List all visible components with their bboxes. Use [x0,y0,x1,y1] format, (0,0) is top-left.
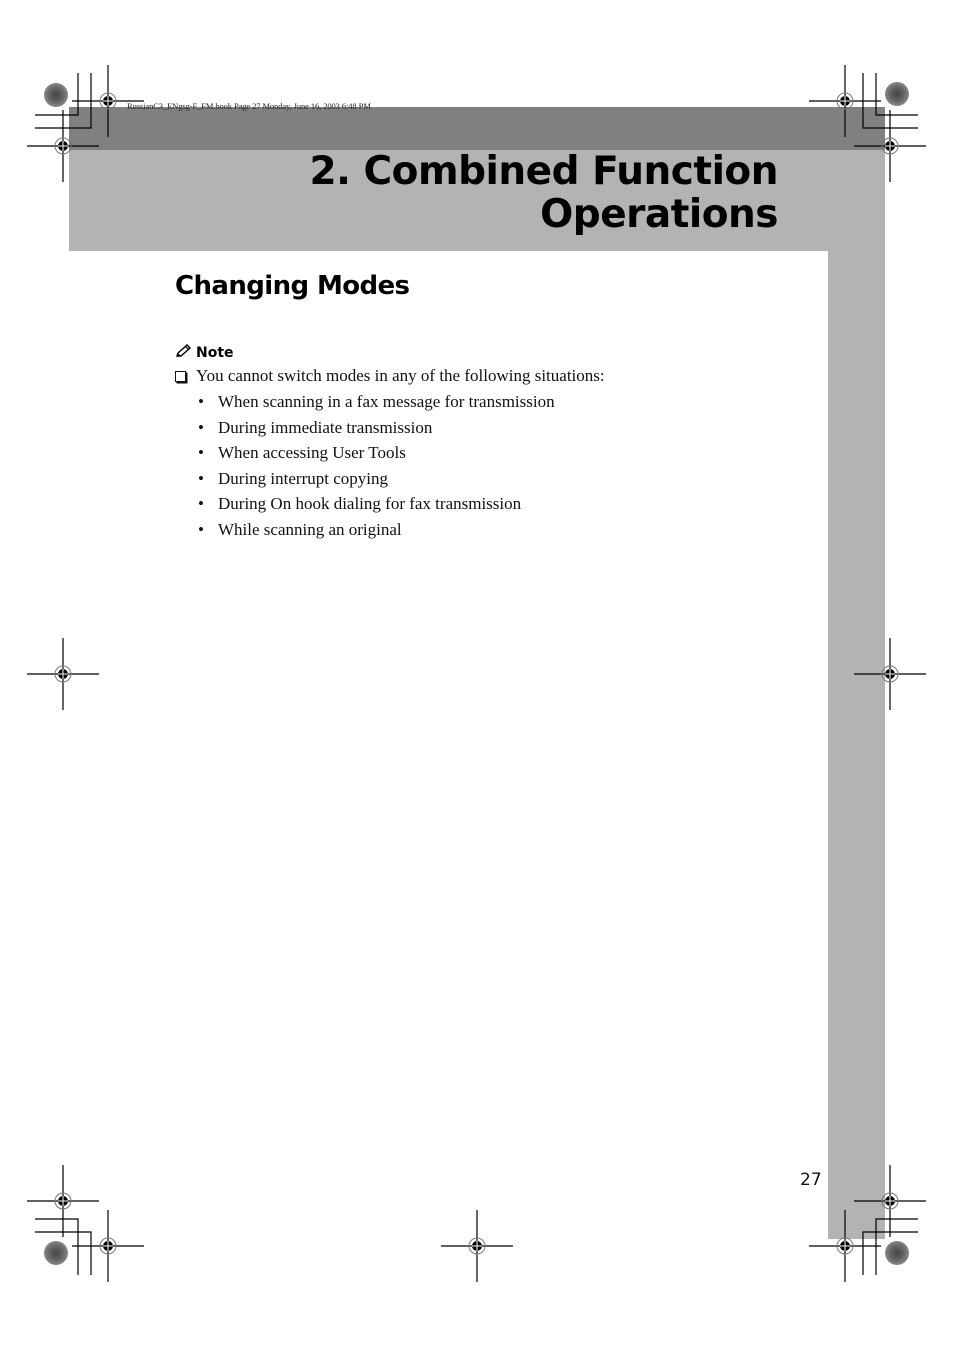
registration-mark-icon [808,64,882,138]
registration-mark-icon [853,637,927,711]
registration-mark-icon [71,64,145,138]
registration-mark-icon [853,1164,927,1238]
color-rosette-icon [44,83,68,107]
registration-mark-icon [808,1209,882,1283]
registration-mark-icon [440,1209,514,1283]
registration-mark-icon [26,109,100,183]
registration-mark-icon [71,1209,145,1283]
printer-marks [26,64,927,1283]
color-rosette-icon [885,82,909,106]
registration-mark-icon [26,1164,100,1238]
registration-mark-icon [26,637,100,711]
color-rosette-icon [44,1241,68,1265]
color-rosette-icon [885,1241,909,1265]
registration-mark-icon [853,109,927,183]
